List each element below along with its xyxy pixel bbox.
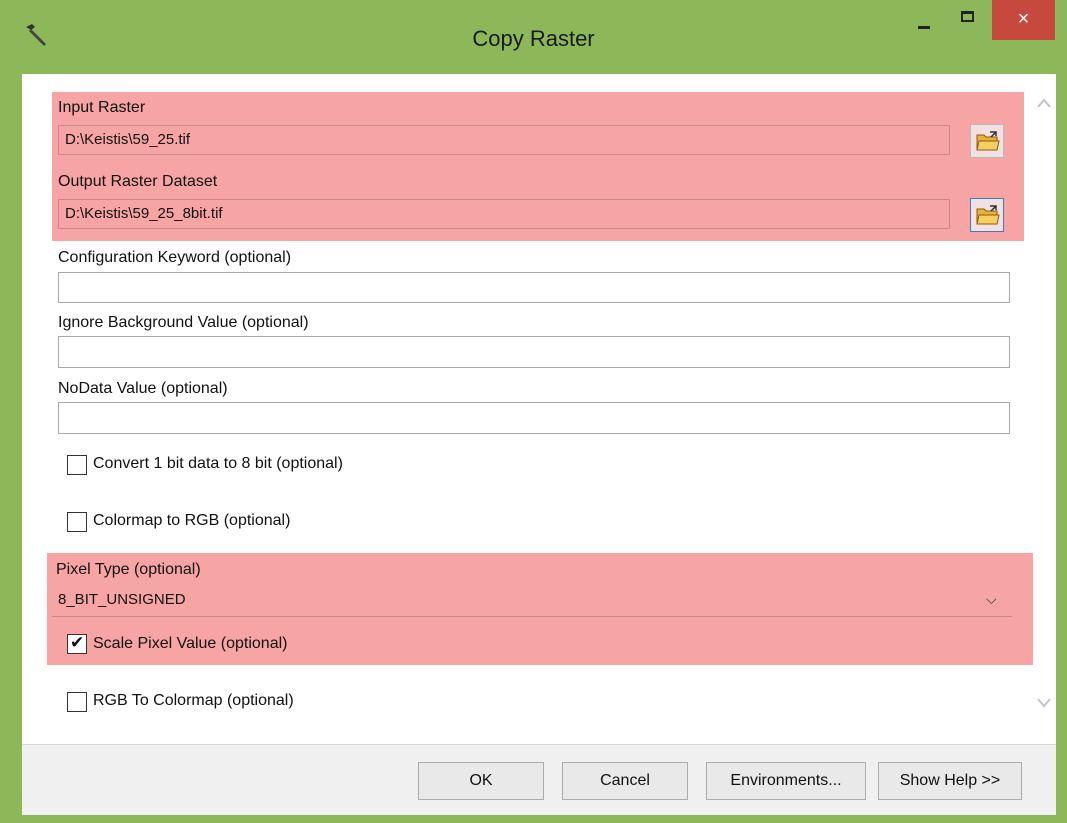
input-raster-label: Input Raster — [58, 99, 146, 116]
title-bar[interactable]: Copy Raster × — [0, 0, 1067, 74]
rgb-to-colormap-checkbox[interactable] — [67, 692, 87, 712]
convert-1bit-checkbox[interactable] — [67, 455, 87, 475]
environments-button[interactable]: Environments... — [706, 762, 866, 800]
nodata-value-label: NoData Value (optional) — [58, 380, 228, 397]
minimize-button[interactable] — [904, 0, 944, 40]
rgb-to-colormap-label: RGB To Colormap (optional) — [93, 692, 294, 709]
convert-1bit-label: Convert 1 bit data to 8 bit (optional) — [93, 455, 343, 472]
pixel-type-select[interactable]: 8_BIT_UNSIGNED ⌵ — [52, 583, 1012, 617]
chevron-down-icon: ⌵ — [986, 592, 997, 608]
open-folder-icon — [976, 205, 1000, 225]
pixel-type-value: 8_BIT_UNSIGNED — [58, 591, 186, 608]
ok-button[interactable]: OK — [418, 762, 544, 800]
colormap-to-rgb-label: Colormap to RGB (optional) — [93, 512, 291, 529]
output-raster-field[interactable]: D:\Keistis\59_25_8bit.tif — [58, 199, 950, 229]
input-raster-browse-button[interactable] — [970, 124, 1004, 158]
close-button[interactable]: × — [992, 0, 1055, 40]
open-folder-icon — [976, 131, 1000, 151]
ignore-background-field[interactable] — [58, 336, 1010, 368]
colormap-to-rgb-checkbox[interactable] — [67, 512, 87, 532]
output-raster-browse-button[interactable] — [970, 198, 1004, 232]
input-raster-field[interactable]: D:\Keistis\59_25.tif — [58, 125, 950, 155]
scroll-down-icon[interactable] — [1036, 696, 1052, 710]
config-keyword-label: Configuration Keyword (optional) — [58, 249, 292, 266]
maximize-button[interactable] — [948, 0, 988, 40]
nodata-value-field[interactable] — [58, 402, 1010, 434]
scale-pixel-checkbox[interactable] — [67, 633, 87, 654]
config-keyword-field[interactable] — [58, 272, 1010, 303]
show-help-button[interactable]: Show Help >> — [878, 762, 1022, 800]
scale-pixel-label: Scale Pixel Value (optional) — [93, 635, 288, 652]
cancel-button[interactable]: Cancel — [562, 762, 688, 800]
scroll-up-icon[interactable] — [1036, 96, 1052, 110]
pixel-type-label: Pixel Type (optional) — [56, 561, 201, 578]
ignore-background-label: Ignore Background Value (optional) — [58, 314, 309, 331]
copy-raster-dialog: Copy Raster × Input Raster D:\Keistis\59… — [0, 0, 1067, 823]
output-raster-label: Output Raster Dataset — [58, 173, 218, 190]
